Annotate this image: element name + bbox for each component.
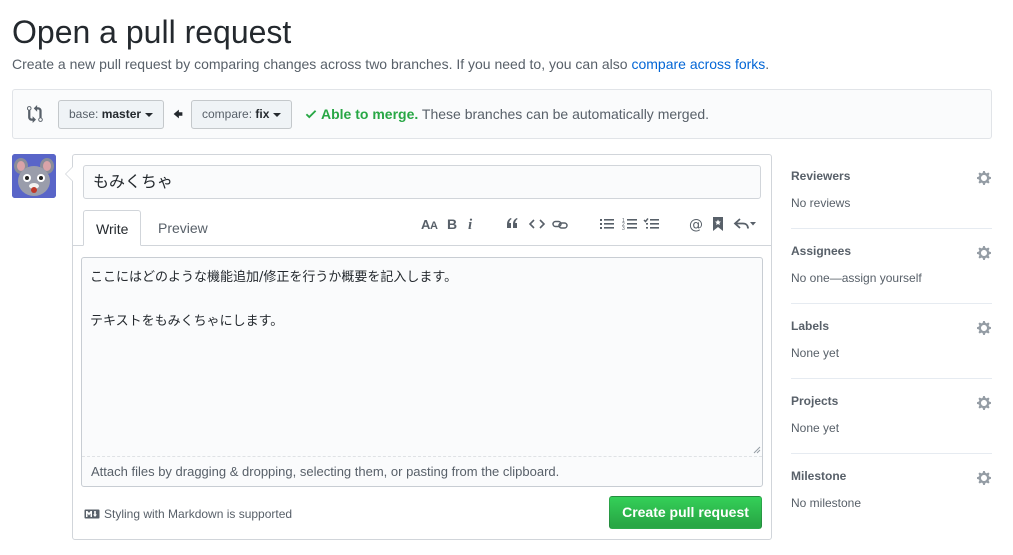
- svg-text:B: B: [447, 216, 457, 232]
- mention-icon[interactable]: @: [687, 215, 705, 233]
- caret-down-icon: [273, 112, 282, 117]
- italic-icon[interactable]: i: [462, 215, 480, 233]
- create-pull-request-button[interactable]: Create pull request: [609, 496, 762, 529]
- branch-range-bar: base: master compare: fix Able to merge.…: [12, 89, 992, 139]
- compare-arrows-icon[interactable]: [27, 105, 45, 123]
- sidebar-item-assignees: Assignees No one—assign yourself: [791, 229, 992, 304]
- svg-text:A: A: [430, 220, 438, 232]
- sidebar-heading-milestone[interactable]: Milestone: [791, 469, 846, 483]
- gear-icon[interactable]: [976, 170, 992, 186]
- resize-handle-icon[interactable]: [751, 444, 761, 454]
- task-list-icon[interactable]: [643, 215, 661, 233]
- base-branch-selector[interactable]: base: master: [58, 100, 165, 129]
- gear-icon[interactable]: [976, 320, 992, 336]
- sidebar-heading-assignees[interactable]: Assignees: [791, 244, 851, 258]
- sidebar-value-assignees[interactable]: No one—assign yourself: [791, 271, 922, 285]
- sidebar-item-projects: Projects None yet: [791, 379, 992, 454]
- avatar[interactable]: [12, 154, 56, 198]
- merge-detail-text: These branches can be automatically merg…: [421, 106, 710, 122]
- merge-ok-text: Able to merge.: [321, 106, 419, 122]
- arrow-left-icon: [173, 109, 183, 119]
- sidebar-heading-reviewers[interactable]: Reviewers: [791, 169, 850, 183]
- svg-text:3: 3: [622, 226, 625, 232]
- check-icon: [305, 110, 317, 119]
- sidebar-item-milestone: Milestone No milestone: [791, 454, 992, 529]
- bookmark-icon[interactable]: [709, 215, 727, 233]
- markdown-note-text: Styling with Markdown is supported: [104, 507, 293, 521]
- tab-preview[interactable]: Preview: [146, 210, 220, 246]
- subtitle-suffix: .: [765, 56, 770, 72]
- svg-text:@: @: [689, 217, 703, 233]
- sidebar-value-labels: None yet: [791, 346, 840, 360]
- sidebar-value-reviewers: No reviews: [791, 196, 851, 210]
- caret-down-icon: [145, 112, 154, 117]
- pr-title-input[interactable]: もみくちゃ: [83, 165, 761, 199]
- pull-request-composer: もみくちゃ Write Preview AA B i 123 @ ここにはどのよ…: [65, 154, 772, 540]
- merge-status: Able to merge. These branches can be aut…: [305, 106, 709, 122]
- compare-branch-name: fix: [255, 107, 270, 121]
- sidebar-heading-projects[interactable]: Projects: [791, 394, 838, 408]
- compare-across-forks-link[interactable]: compare across forks: [631, 56, 765, 72]
- chinchilla-avatar-image: [12, 154, 56, 198]
- pr-body-editor[interactable]: ここにはどのような機能追加/修正を行うか概要を記入します。 テキストをもみくちゃ…: [81, 257, 763, 487]
- link-icon[interactable]: [551, 215, 569, 233]
- numbered-list-icon[interactable]: 123: [621, 215, 639, 233]
- bold-icon[interactable]: B: [443, 215, 461, 233]
- reply-icon[interactable]: [733, 215, 759, 233]
- gear-icon[interactable]: [976, 245, 992, 261]
- svg-text:i: i: [468, 217, 473, 233]
- gear-icon[interactable]: [976, 395, 992, 411]
- text-size-icon[interactable]: AA: [420, 215, 440, 233]
- pr-body-textarea[interactable]: ここにはどのような機能追加/修正を行うか概要を記入します。 テキストをもみくちゃ…: [82, 258, 762, 456]
- gear-icon[interactable]: [976, 470, 992, 486]
- bullet-list-icon[interactable]: [598, 215, 616, 233]
- base-branch-name: master: [101, 107, 142, 121]
- page-title: Open a pull request: [12, 14, 292, 50]
- quote-icon[interactable]: [504, 215, 522, 233]
- sidebar-item-labels: Labels None yet: [791, 304, 992, 379]
- markdown-icon: [84, 509, 100, 519]
- file-attach-area[interactable]: Attach files by dragging & dropping, sel…: [82, 456, 762, 486]
- tab-write[interactable]: Write: [83, 210, 142, 246]
- sidebar-item-reviewers: Reviewers No reviews: [791, 154, 992, 229]
- compare-branch-selector[interactable]: compare: fix: [191, 100, 293, 129]
- base-label: base:: [69, 107, 99, 121]
- subtitle-text: Create a new pull request by comparing c…: [12, 56, 632, 72]
- sidebar-value-projects: None yet: [791, 421, 840, 435]
- code-icon[interactable]: [528, 215, 546, 233]
- page-subtitle: Create a new pull request by comparing c…: [12, 56, 769, 72]
- sidebar-heading-labels[interactable]: Labels: [791, 319, 829, 333]
- sidebar-value-milestone: No milestone: [791, 496, 862, 510]
- compare-label: compare:: [202, 107, 253, 121]
- markdown-support-note[interactable]: Styling with Markdown is supported: [84, 507, 292, 521]
